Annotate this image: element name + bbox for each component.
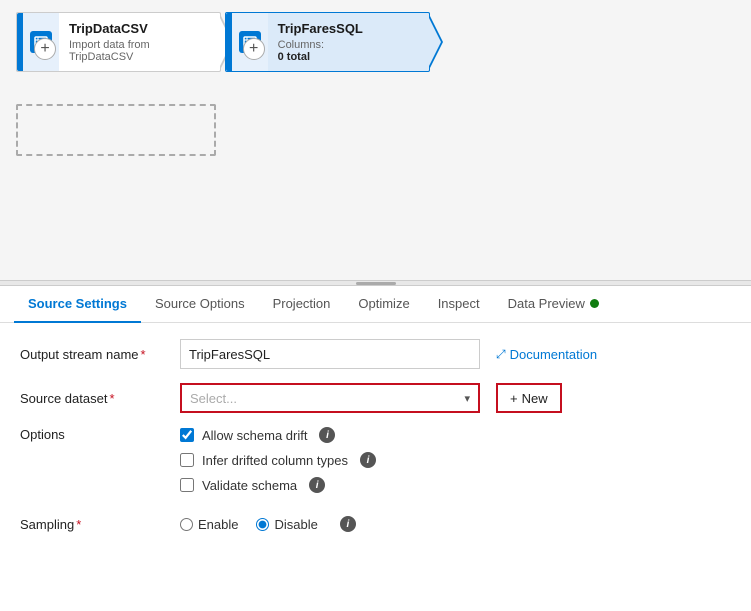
output-stream-control	[180, 339, 480, 369]
external-link-icon: ⤢	[496, 347, 506, 362]
source-dataset-row: Source dataset* Select... ▾ + New	[20, 383, 731, 413]
node-wrapper-tripdatacsv: TripDataCSV Import data from TripDataCSV…	[16, 12, 221, 86]
options-row: Options Allow schema drift i Infer drift…	[20, 427, 731, 502]
sampling-disable-radio[interactable]	[256, 518, 269, 531]
checkbox-row-allow-schema-drift: Allow schema drift i	[180, 427, 376, 443]
add-node-btn-2[interactable]: +	[243, 38, 265, 60]
validate-schema-checkbox[interactable]	[180, 478, 194, 492]
tab-source-settings[interactable]: Source Settings	[14, 286, 141, 323]
node-wrapper-tripfaressql: TripFaresSQL Columns: 0 total +	[225, 12, 430, 86]
documentation-link[interactable]: ⤢ Documentation	[496, 347, 597, 362]
tab-projection[interactable]: Projection	[259, 286, 345, 323]
new-action: + New	[496, 383, 562, 413]
panel-content: Output stream name* ⤢ Documentation Sour…	[0, 323, 751, 548]
tab-source-options[interactable]: Source Options	[141, 286, 259, 323]
sampling-enable-option: Enable	[180, 517, 238, 532]
sampling-enable-label: Enable	[198, 517, 238, 532]
options-label: Options	[20, 427, 180, 442]
node-title-tripfaressql: TripFaresSQL	[278, 21, 419, 36]
checkbox-row-validate-schema: Validate schema i	[180, 477, 376, 493]
node-subtitle-tripdatacsv: Import data from TripDataCSV	[69, 39, 210, 63]
bottom-panel: Source Settings Source Options Projectio…	[0, 286, 751, 548]
infer-drifted-label: Infer drifted column types	[202, 453, 348, 468]
allow-schema-drift-info-icon[interactable]: i	[319, 427, 335, 443]
output-stream-row: Output stream name* ⤢ Documentation	[20, 339, 731, 369]
tab-data-preview[interactable]: Data Preview	[494, 286, 613, 323]
sampling-disable-option: Disable	[256, 517, 317, 532]
data-preview-status-dot	[590, 299, 599, 308]
infer-drifted-info-icon[interactable]: i	[360, 452, 376, 468]
allow-schema-drift-label: Allow schema drift	[202, 428, 307, 443]
doc-action: ⤢ Documentation	[496, 347, 597, 362]
validate-schema-info-icon[interactable]: i	[309, 477, 325, 493]
allow-schema-drift-checkbox[interactable]	[180, 428, 194, 442]
node-content-tripdatacsv: TripDataCSV Import data from TripDataCSV	[59, 13, 220, 71]
output-stream-input[interactable]	[180, 339, 480, 369]
validate-schema-label: Validate schema	[202, 478, 297, 493]
resize-bar	[356, 282, 396, 285]
output-stream-label: Output stream name*	[20, 347, 180, 362]
source-dataset-control: Select... ▾	[180, 383, 480, 413]
source-dataset-label: Source dataset*	[20, 391, 180, 406]
empty-node-slot	[16, 104, 216, 156]
tab-optimize[interactable]: Optimize	[344, 286, 423, 323]
sampling-disable-label: Disable	[274, 517, 317, 532]
checkbox-row-infer-drifted: Infer drifted column types i	[180, 452, 376, 468]
new-dataset-button[interactable]: + New	[496, 383, 562, 413]
sampling-label: Sampling*	[20, 517, 180, 532]
source-dataset-select-wrapper[interactable]: Select... ▾	[180, 383, 480, 413]
sampling-radio-group: Enable Disable i	[180, 516, 356, 532]
add-node-btn-1[interactable]: +	[34, 38, 56, 60]
node-arrow-inner-tripfaressql	[428, 16, 441, 68]
tabs-row: Source Settings Source Options Projectio…	[0, 286, 751, 323]
infer-drifted-checkbox[interactable]	[180, 453, 194, 467]
node-columns-label: Columns: 0 total	[278, 39, 419, 63]
plus-icon: +	[510, 391, 518, 406]
sampling-enable-radio[interactable]	[180, 518, 193, 531]
canvas-area: TripDataCSV Import data from TripDataCSV…	[0, 0, 751, 280]
sampling-row: Sampling* Enable Disable i	[20, 516, 731, 532]
tab-inspect[interactable]: Inspect	[424, 286, 494, 323]
node-title-tripdatacsv: TripDataCSV	[69, 21, 210, 36]
node-content-tripfaressql: TripFaresSQL Columns: 0 total	[268, 13, 429, 71]
source-dataset-select[interactable]: Select...	[182, 385, 464, 411]
dropdown-arrow-icon: ▾	[464, 392, 478, 405]
options-checkboxes: Allow schema drift i Infer drifted colum…	[180, 427, 376, 502]
sampling-info-icon[interactable]: i	[340, 516, 356, 532]
